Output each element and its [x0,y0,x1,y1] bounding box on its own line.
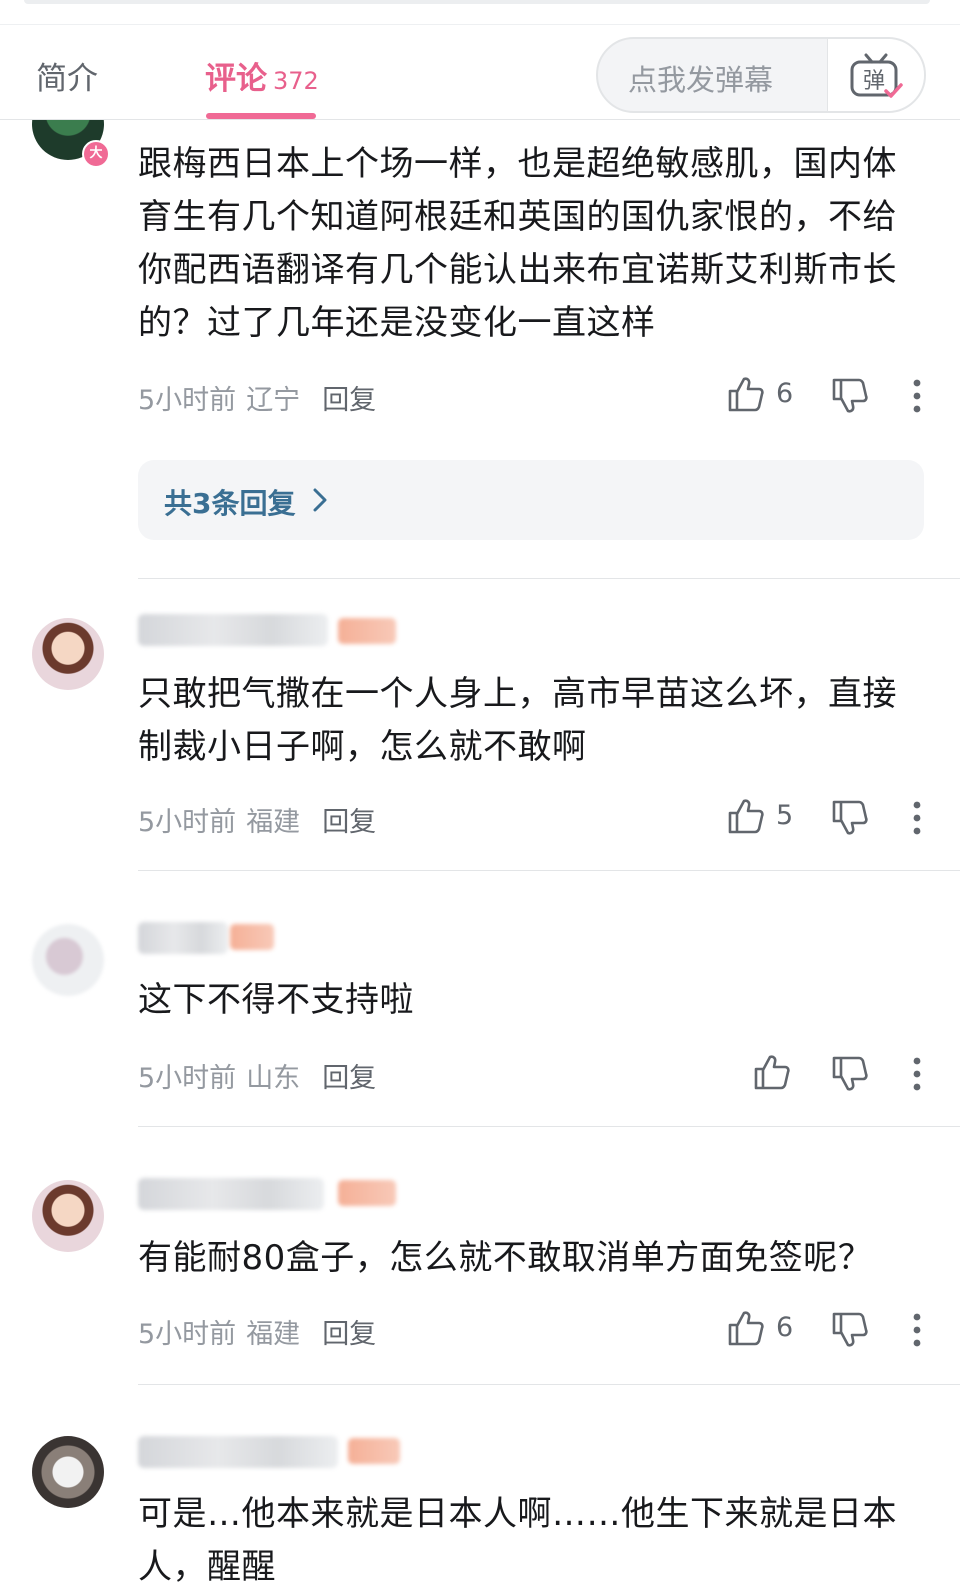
chevron-right-icon [313,488,327,512]
comment-item: 有能耐80盒子，怎么就不敢取消单方面免签呢？ 5小时前 福建 回复 6 [0,1160,960,1386]
thumb-up-icon[interactable] [726,796,766,836]
tab-bar: 简介 评论 372 点我发弹幕 弹 [0,24,960,120]
reply-button[interactable]: 回复 [322,385,376,416]
comment-location: 福建 [246,807,301,838]
like-count: 6 [776,378,794,409]
more-vertical-icon[interactable] [912,1312,922,1348]
tab-comments-label: 评论 [205,61,267,97]
thumb-down-icon[interactable] [830,376,870,416]
like-count: 6 [776,1312,794,1343]
avatar[interactable] [32,1180,104,1252]
top-remnant [0,0,960,24]
username-redacted [138,1178,324,1210]
user-tag-redacted [230,924,274,950]
comment-item: 大 跟梅西日本上个场一样，也是超绝敏感肌，国内体育生有几个知道阿根廷和英国的国仇… [0,88,960,588]
thumb-up-icon[interactable] [752,1052,792,1092]
comment-text: 跟梅西日本上个场一样，也是超绝敏感肌，国内体育生有几个知道阿根廷和英国的国仇家恨… [138,144,897,343]
comment-item: 这下不得不支持啦 5小时前 山东 回复 [0,900,960,1126]
avatar[interactable] [32,924,104,996]
divider [138,870,960,871]
tab-intro[interactable]: 简介 [36,53,98,98]
like-count: 5 [776,800,794,831]
thumb-down-icon[interactable] [830,1054,870,1094]
comment-text: 这下不得不支持啦 [138,980,414,1020]
comment-time: 5小时前 [138,385,237,416]
username-redacted [138,1436,338,1468]
comment-time: 5小时前 [138,1319,237,1350]
view-replies-button[interactable]: 共3条回复 [138,460,924,540]
danmaku-toggle-button[interactable]: 弹 [827,39,924,111]
comment-location: 辽宁 [246,385,301,416]
tab-active-indicator [206,113,316,119]
svg-text:弹: 弹 [863,69,885,94]
comment-location: 福建 [246,1319,301,1350]
comment-meta: 5小时前 福建 回复 [138,1312,376,1351]
user-tag-redacted [338,1180,396,1206]
comment-count: 372 [273,67,319,95]
reply-button[interactable]: 回复 [322,1319,376,1350]
divider [138,1126,960,1127]
tab-comments[interactable]: 评论 372 [205,53,319,98]
comment-text: 只敢把气撒在一个人身上，高市早苗这么坏，直接制裁小日子啊，怎么就不敢啊 [138,674,897,767]
comment-meta: 5小时前 山东 回复 [138,1056,376,1095]
user-tag-redacted [338,618,396,644]
username-redacted [138,614,328,646]
reply-button[interactable]: 回复 [322,807,376,838]
avatar[interactable] [32,618,104,690]
danmaku-placeholder: 点我发弹幕 [628,63,774,97]
username-redacted [138,922,228,954]
danmaku-input[interactable]: 点我发弹幕 弹 [596,37,926,113]
comment-item: 可是…他本来就是日本人啊……他生下来就是日本人，醒醒 [0,1420,960,1587]
thumb-up-icon[interactable] [726,1308,766,1348]
thumb-up-icon[interactable] [726,374,766,414]
comment-time: 5小时前 [138,807,237,838]
thumb-down-icon[interactable] [830,798,870,838]
replies-count-label: 共3条回复 [164,487,296,520]
comment-meta: 5小时前 福建 回复 [138,800,376,839]
divider [138,578,960,579]
comment-text: 有能耐80盒子，怎么就不敢取消单方面免签呢？ [138,1238,873,1278]
avatar[interactable] [32,1436,104,1508]
reply-button[interactable]: 回复 [322,1063,376,1094]
thumb-down-icon[interactable] [830,1310,870,1350]
more-vertical-icon[interactable] [912,378,922,414]
more-vertical-icon[interactable] [912,800,922,836]
divider [138,1384,960,1385]
danmaku-icon: 弹 [850,53,903,98]
comment-meta: 5小时前 辽宁 回复 [138,378,376,417]
comment-location: 山东 [246,1063,301,1094]
comment-text: 可是…他本来就是日本人啊……他生下来就是日本人，醒醒 [138,1494,897,1587]
comment-time: 5小时前 [138,1063,237,1094]
more-vertical-icon[interactable] [912,1056,922,1092]
user-tag-redacted [348,1438,400,1464]
user-badge: 大 [82,140,110,168]
comment-item: 只敢把气撒在一个人身上，高市早苗这么坏，直接制裁小日子啊，怎么就不敢啊 5小时前… [0,600,960,870]
